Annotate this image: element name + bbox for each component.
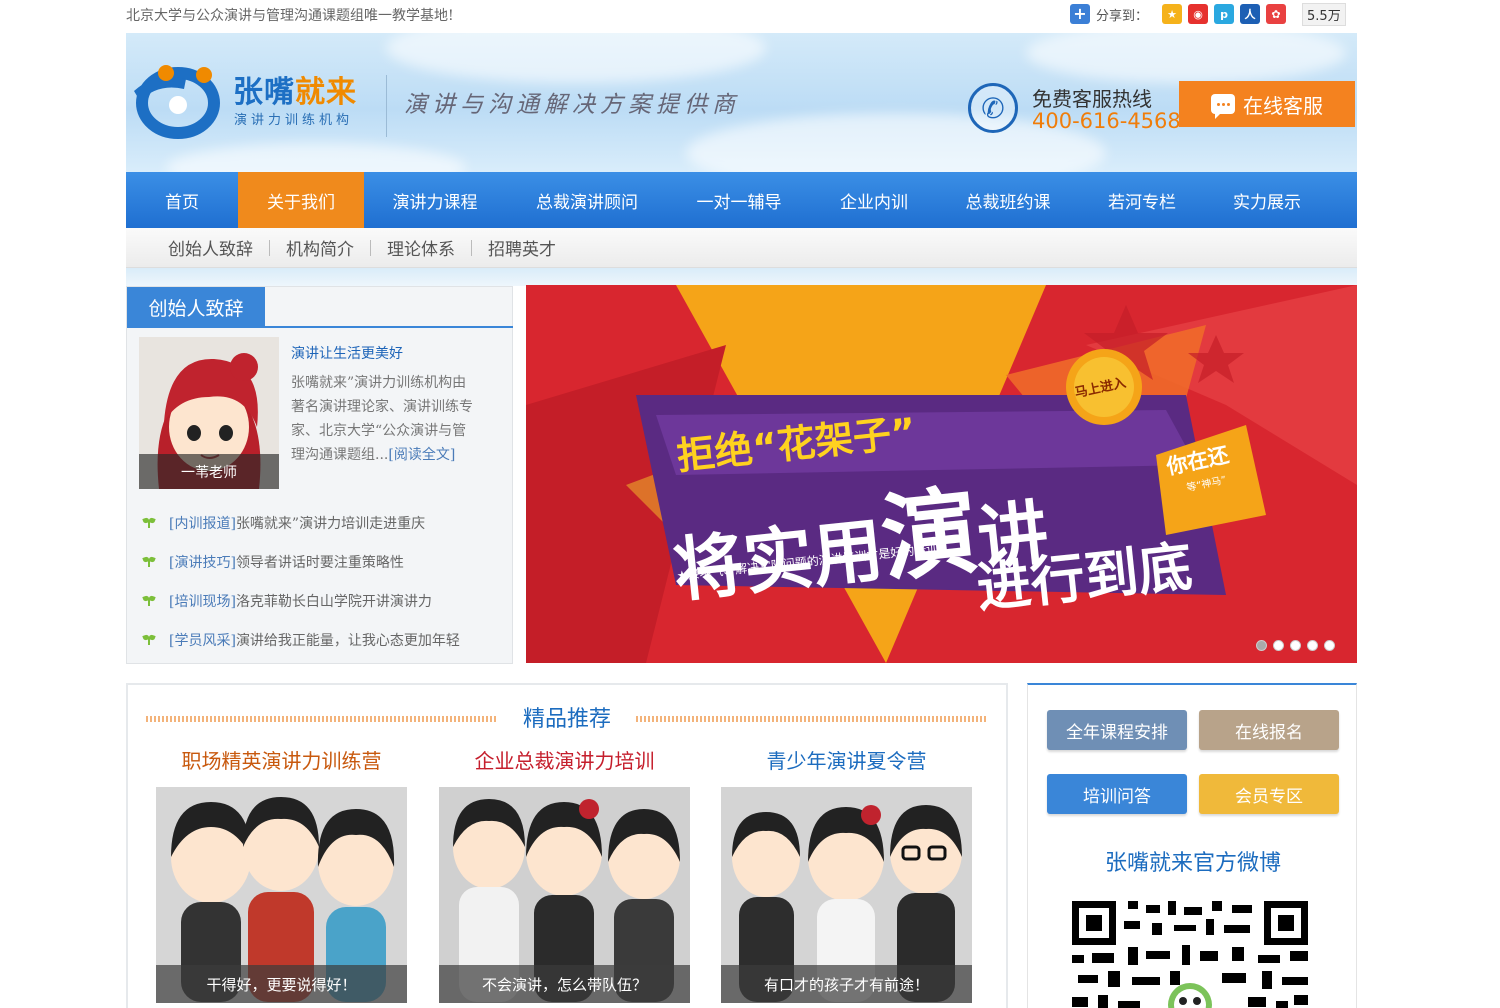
nav-home[interactable]: 首页 [126,172,238,228]
share-plus-icon[interactable]: + [1070,4,1090,24]
founder-intro: 张嘴就来”演讲力训练机构由 著名演讲理论家、演讲训练专 家、北京大学“公众演讲与… [291,375,473,463]
logo-subtitle: 演讲力训练机构 [234,113,354,128]
banner-dot[interactable] [1290,640,1301,651]
nav-ceo-class[interactable]: 总裁班约课 [938,172,1078,228]
subnav-divider [269,239,270,256]
site-tagline: 北京大学与公众演讲与管理沟通课题组唯一教学基地! [126,8,454,24]
banner-dot[interactable] [1256,640,1267,651]
course-title-workplace[interactable]: 职场精英演讲力训练营 [156,745,407,774]
sprout-icon [143,596,155,606]
subnav-intro[interactable]: 机构简介 [286,235,354,260]
course-card-youth[interactable]: 有口才的孩子才有前途！ [721,787,972,1003]
qr-code-icon [1072,901,1308,1008]
course-title-ceo[interactable]: 企业总裁演讲力培训 [439,745,690,774]
tencent-weibo-icon[interactable]: p [1214,4,1235,24]
nav-about[interactable]: 关于我们 [238,172,364,228]
course-caption: 干得好，更要说得好！ [156,965,407,1003]
header-divider [386,75,387,137]
faq-button[interactable]: 培训问答 [1047,774,1187,814]
logo-name[interactable]: 张嘴就来 [233,67,357,111]
subnav-divider [471,239,472,256]
course-caption: 不会演讲，怎么带队伍？ [439,965,690,1003]
weibo-icon[interactable]: ◉ [1188,4,1209,24]
renren-icon[interactable]: 人 [1240,4,1261,24]
read-more-link[interactable]: [阅读全文] [388,447,455,463]
decor-strip [126,268,1357,286]
founder-panel: 创始人致辞 一苇老师 演讲让生活更美好 张嘴就来”演讲力训练机构由 著名演讲理论… [126,286,513,664]
hotline-number: 400-616-4568 [1032,109,1181,133]
sprout-icon [143,635,155,645]
nav-corporate-training[interactable]: 企业内训 [810,172,938,228]
nav-speech-course[interactable]: 演讲力课程 [364,172,506,228]
weibo-title: 张嘴就来官方微博 [1104,851,1281,876]
top-bar: 北京大学与公众演讲与管理沟通课题组唯一教学基地! + 分享到： ★ ◉ p 人 … [0,0,1500,30]
side-panel: 全年课程安排 在线报名 培训问答 会员专区 张嘴就来官方微博 [1027,683,1357,1008]
subnav-divider [370,239,371,256]
site-header: 张嘴就来 演讲力训练机构 演讲与沟通解决方案提供商 ✆ 免费客服热线 400-6… [126,33,1357,172]
course-card-workplace[interactable]: 干得好，更要说得好！ [156,787,407,1003]
chat-icon [1211,94,1235,119]
founder-title-underline [127,326,513,328]
share-count[interactable]: 5.5万 [1302,2,1346,26]
hero-banner[interactable]: 马上进入 拒绝“花架子” 将实用演讲 进行到底 你在还 等“神马” ★接地气、解… [526,285,1357,663]
hotline-label: 免费客服热线 [1032,87,1152,111]
course-card-ceo[interactable]: 不会演讲，怎么带队伍？ [439,787,690,1003]
sprout-icon [143,557,155,567]
kaixin-icon[interactable]: ✿ [1266,4,1287,24]
banner-dot[interactable] [1273,640,1284,651]
nav-showcase[interactable]: 实力展示 [1206,172,1328,228]
banner-dot[interactable] [1324,640,1335,651]
nav-one-on-one[interactable]: 一对一辅导 [668,172,810,228]
banner-dot[interactable] [1307,640,1318,651]
member-area-button[interactable]: 会员专区 [1199,774,1339,814]
news-item[interactable]: [学员风采]演讲给我正能量，让我心态更加年轻 [143,630,460,650]
subnav-recruit[interactable]: 招聘英才 [488,235,556,260]
decor-line [636,716,988,722]
banner-pagination [1256,640,1335,651]
founder-title: 创始人致辞 [127,287,265,327]
nav-column[interactable]: 若河专栏 [1078,172,1206,228]
founder-headline[interactable]: 演讲让生活更美好 [291,343,403,363]
annual-schedule-button[interactable]: 全年课程安排 [1047,710,1187,750]
subnav-founder[interactable]: 创始人致辞 [168,235,253,260]
online-service-button[interactable]: 在线客服 [1179,81,1355,127]
nav-ceo-consultant[interactable]: 总裁演讲顾问 [506,172,668,228]
news-item[interactable]: [演讲技巧]领导者讲话时要注重策略性 [143,552,404,572]
course-caption: 有口才的孩子才有前途！ [721,965,972,1003]
founder-photo-caption: 一苇老师 [139,454,279,489]
share-label: 分享到： [1096,8,1149,24]
phone-icon: ✆ [968,83,1018,133]
sprout-icon [143,518,155,528]
sub-nav: 创始人致辞 机构简介 理论体系 招聘英才 [126,228,1357,268]
logo-icon[interactable] [126,61,221,141]
recommend-panel: 精品推荐 职场精英演讲力训练营 企业总裁演讲力培训 青少年演讲夏令营 干得好，更… [126,683,1008,1008]
course-title-youth[interactable]: 青少年演讲夏令营 [721,745,972,774]
subnav-theory[interactable]: 理论体系 [387,235,455,260]
main-nav: 首页 关于我们 演讲力课程 总裁演讲顾问 一对一辅导 企业内训 总裁班约课 若河… [126,172,1357,228]
news-item[interactable]: [培训现场]洛克菲勒长白山学院开讲演讲力 [143,591,432,611]
news-item[interactable]: [内训报道]张嘴就来”演讲力培训走进重庆 [143,513,425,533]
share-bar: + 分享到： ★ ◉ p 人 ✿ 5.5万 [1070,2,1346,26]
qzone-icon[interactable]: ★ [1162,4,1183,24]
header-slogan: 演讲与沟通解决方案提供商 [404,92,740,118]
online-signup-button[interactable]: 在线报名 [1199,710,1339,750]
